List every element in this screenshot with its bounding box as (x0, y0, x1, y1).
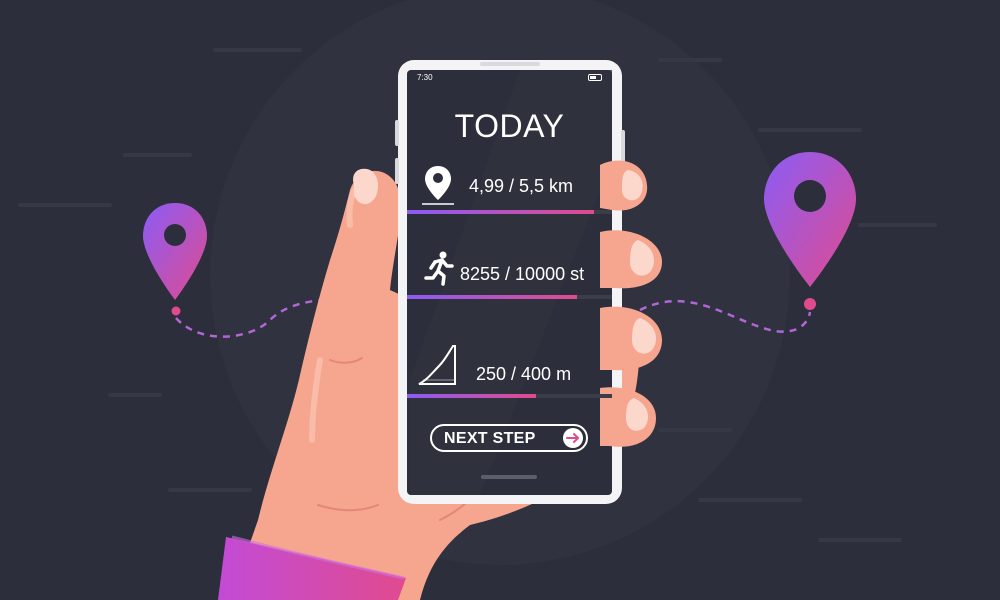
next-step-label: NEXT STEP (444, 430, 536, 447)
progress-fill-steps (407, 295, 578, 299)
metric-row-steps: 8255 / 10000 st (407, 242, 612, 302)
incline-icon (418, 345, 456, 385)
metric-row-elevation: 250 / 400 m (407, 338, 612, 398)
next-step-button[interactable]: NEXT STEP (430, 424, 588, 452)
metric-value-distance: 4,99 / 5,5 km (469, 176, 574, 196)
metric-value-steps: 8255 / 10000 st (460, 264, 585, 284)
home-indicator (481, 475, 537, 479)
status-time: 7:30 (417, 73, 433, 82)
progress-track-distance (407, 210, 612, 214)
progress-fill-elevation (407, 394, 537, 398)
progress-fill-distance (407, 210, 594, 214)
arrow-right-icon (563, 428, 583, 448)
location-pin-icon (422, 166, 454, 205)
progress-track-steps (407, 295, 612, 299)
illustration-scene: 7:30 TODAY 4,99 / 5,5 km 8255 / 10000 st… (0, 0, 1000, 600)
phone-screen: 7:30 TODAY 4,99 / 5,5 km 8255 / 10000 st… (407, 70, 612, 495)
battery-icon (588, 74, 602, 81)
left-location-pin-icon (143, 203, 207, 316)
metric-row-distance: 4,99 / 5,5 km (407, 158, 612, 218)
metric-value-elevation: 250 / 400 m (476, 364, 572, 384)
progress-track-elevation (407, 394, 612, 398)
runner-icon (424, 251, 454, 286)
screen-title: TODAY (454, 108, 565, 144)
